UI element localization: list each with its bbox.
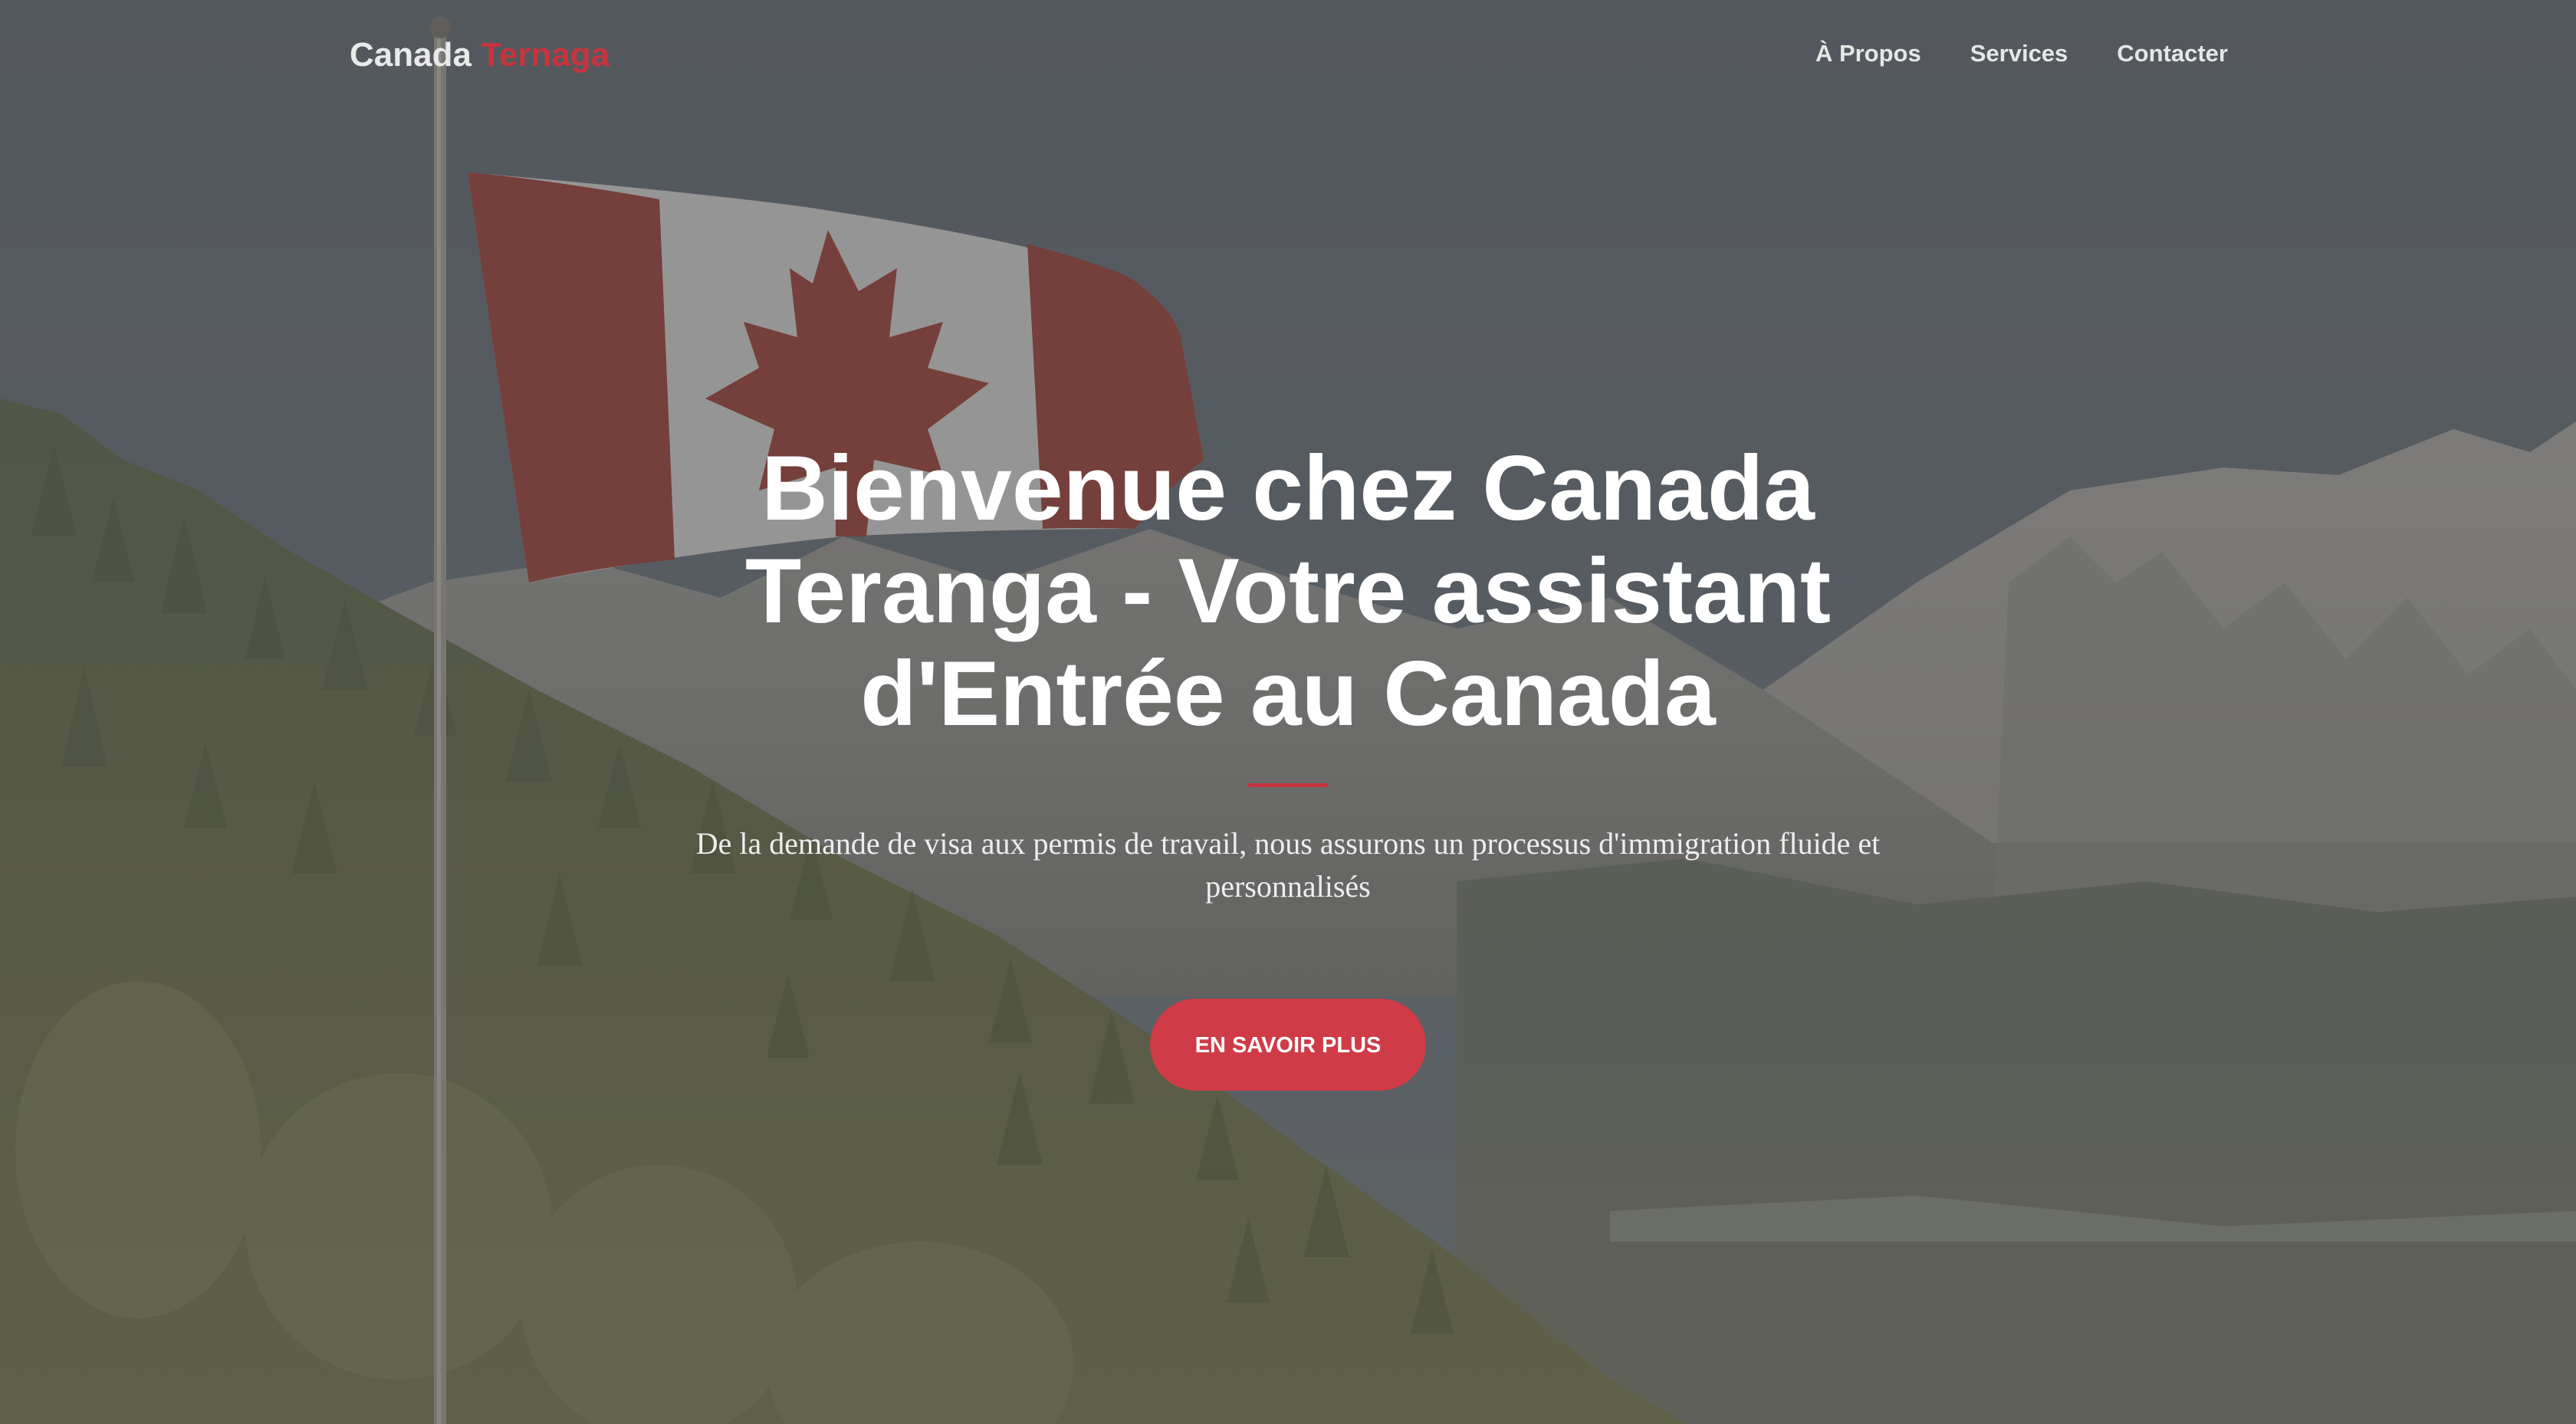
hero-title: Bienvenue chez Canada Teranga - Votre as…: [745, 437, 1831, 745]
nav-link-a-propos[interactable]: À Propos: [1815, 40, 1921, 67]
brand-name-part2: Ternaga: [481, 36, 610, 74]
hero-divider: [1248, 783, 1328, 787]
brand-logo[interactable]: Canada Ternaga: [350, 32, 610, 78]
nav-link-services[interactable]: Services: [1970, 40, 2068, 67]
landing-page: Canada Ternaga À Propos Services Contact…: [0, 0, 2576, 1424]
nav-item-contacter: Contacter: [2117, 37, 2228, 71]
nav-item-services: Services: [1970, 37, 2068, 71]
hero-subtitle: De la demande de visa aux permis de trav…: [695, 826, 1881, 904]
nav-link-contacter[interactable]: Contacter: [2117, 40, 2228, 67]
learn-more-button[interactable]: EN SAVOIR PLUS: [1150, 999, 1426, 1091]
brand-name-part1: Canada: [350, 36, 472, 74]
nav-item-a-propos: À Propos: [1815, 37, 1921, 71]
hero-section: Bienvenue chez Canada Teranga - Votre as…: [0, 437, 2576, 1091]
nav-menu: À Propos Services Contacter: [1815, 37, 2228, 71]
navbar: Canada Ternaga À Propos Services Contact…: [0, 0, 2576, 107]
